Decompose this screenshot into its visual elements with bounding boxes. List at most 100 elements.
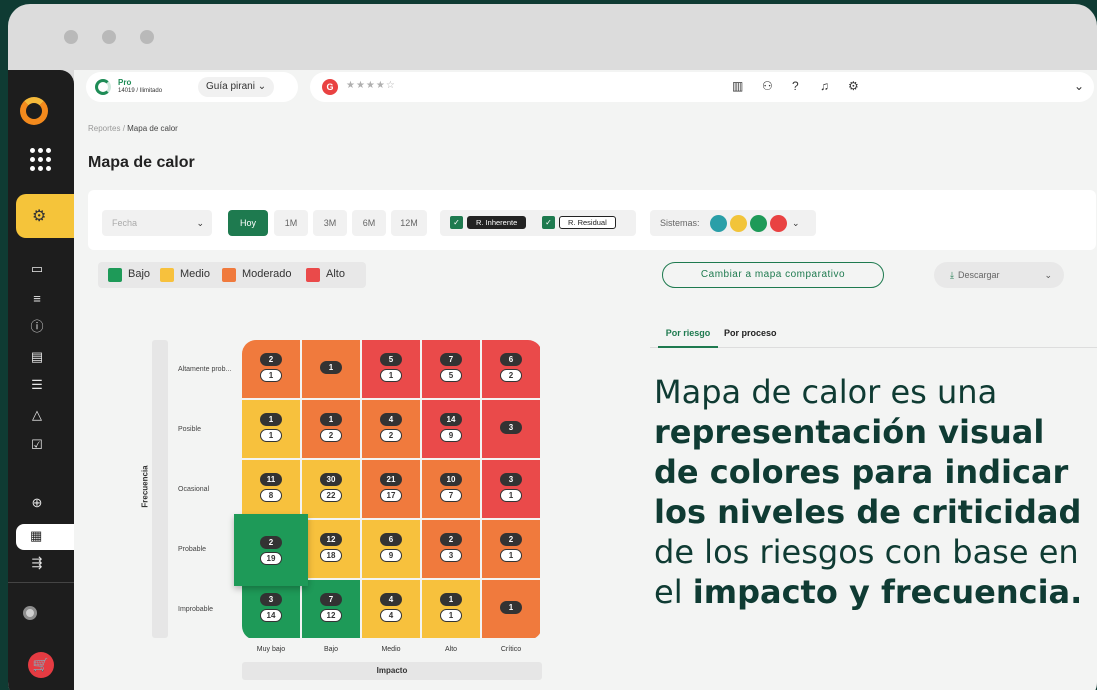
heatmap-cell[interactable]: 14 9 xyxy=(422,400,480,458)
heatmap-cell[interactable]: 44 xyxy=(362,580,420,638)
list-icon[interactable]: ≡ xyxy=(28,290,46,308)
apps-grid-icon[interactable] xyxy=(30,148,54,172)
heatmap-cell[interactable]: 21 xyxy=(242,340,300,398)
heatmap-cell[interactable]: 3 14 xyxy=(242,580,300,638)
checkbox-icon[interactable]: ☑ xyxy=(28,436,46,454)
description-text: Mapa de calor es una representación visu… xyxy=(654,372,1084,612)
period-6m-button[interactable]: 6M xyxy=(352,210,386,236)
guide-label: Guía pirani xyxy=(206,81,255,92)
add-user-icon[interactable]: ⚇ xyxy=(762,79,773,93)
settings-icon[interactable]: ⚙ xyxy=(848,79,859,93)
guide-dropdown[interactable]: Guía pirani ⌄ xyxy=(198,77,275,97)
window-dot[interactable] xyxy=(64,30,78,44)
heatmap-cell[interactable]: 75 xyxy=(422,340,480,398)
heatmap-cell[interactable]: 69 xyxy=(362,520,420,578)
inherent-count: 2 xyxy=(260,353,282,366)
chevron-down-icon[interactable]: ⌄ xyxy=(1074,79,1084,93)
y-axis-bar xyxy=(152,340,168,638)
period-12m-button[interactable]: 12M xyxy=(391,210,427,236)
browser-window: ⚙ ▭ ≡ ⓘ ▤ ☰ △ ☑ ▦ ⊕ ⇶ 🛒 Pro 14019 / Ilim… xyxy=(8,4,1097,690)
heatmap-highlight-cell[interactable]: 2 19 xyxy=(234,514,308,586)
plan-name: Pro xyxy=(118,78,132,87)
cart-icon[interactable]: 🛒 xyxy=(28,652,54,678)
heatmap-cell[interactable]: 12 18 xyxy=(302,520,360,578)
checkbox-residual[interactable]: ✓ xyxy=(542,216,555,229)
breadcrumb-parent[interactable]: Reportes xyxy=(88,124,120,133)
monitor-icon[interactable]: ▭ xyxy=(28,260,46,278)
status-icon[interactable] xyxy=(23,606,37,620)
tab-by-risk[interactable]: Por riesgo xyxy=(658,326,718,348)
heatmap-cell[interactable]: 3 xyxy=(482,400,540,458)
heatmap-cell[interactable]: 21 17 xyxy=(362,460,420,518)
sidebar-divider xyxy=(8,582,74,583)
residual-count: 2 xyxy=(320,429,342,442)
inherent-count: 12 xyxy=(320,533,342,546)
period-1m-button[interactable]: 1M xyxy=(274,210,308,236)
warning-icon[interactable]: △ xyxy=(28,406,46,424)
star-rating[interactable]: ★★★★☆ xyxy=(346,80,396,91)
heatmap-cell[interactable]: 21 xyxy=(482,520,540,578)
heatmap-cell[interactable]: 1 xyxy=(302,340,360,398)
logo-icon[interactable] xyxy=(20,97,48,125)
heatmap-cell[interactable]: 31 xyxy=(482,460,540,518)
compare-map-button[interactable]: Cambiar a mapa comparativo xyxy=(662,262,884,288)
inherent-count: 30 xyxy=(320,473,342,486)
alert-circle-icon[interactable]: ⓘ xyxy=(28,318,46,336)
heatmap-cell[interactable]: 11 xyxy=(422,580,480,638)
heatmap-cell[interactable]: 1 xyxy=(482,580,540,638)
system-icon xyxy=(710,215,727,232)
heatmap-cell[interactable]: 51 xyxy=(362,340,420,398)
heatmap-cell[interactable]: 7 12 xyxy=(302,580,360,638)
filter-list-icon[interactable]: ⇶ xyxy=(28,554,46,572)
risk-residual-label: R. Residual xyxy=(559,216,616,229)
legend-label: Moderado xyxy=(242,268,292,280)
sidebar-item-reports-active[interactable]: ▦ xyxy=(16,524,74,550)
heatmap-cell[interactable]: 11 8 xyxy=(242,460,300,518)
main-content: Pro 14019 / Ilimitado Guía pirani ⌄ G ★★… xyxy=(74,70,1097,690)
window-dot[interactable] xyxy=(102,30,116,44)
residual-count: 2 xyxy=(380,429,402,442)
residual-count: 19 xyxy=(260,552,282,565)
sidebar-item-settings-active[interactable]: ⚙ xyxy=(16,194,92,238)
heatmap-cell[interactable]: 11 xyxy=(242,400,300,458)
residual-count: 1 xyxy=(260,369,282,382)
row-label: Ocasional xyxy=(178,486,210,493)
checkbox-inherent[interactable]: ✓ xyxy=(450,216,463,229)
heatmap-cell[interactable]: 12 xyxy=(302,400,360,458)
residual-count: 4 xyxy=(380,609,402,622)
period-3m-button[interactable]: 3M xyxy=(313,210,347,236)
chart-icon: ▦ xyxy=(30,528,43,543)
col-label: Bajo xyxy=(323,646,338,653)
heatmap-cell[interactable]: 30 22 xyxy=(302,460,360,518)
download-label: Descargar xyxy=(957,270,1000,280)
g2-icon[interactable]: G xyxy=(322,79,338,95)
date-select[interactable]: Fecha ⌄ xyxy=(102,210,212,236)
inherent-count: 4 xyxy=(380,593,402,606)
bell-icon[interactable]: ♫ xyxy=(820,79,829,93)
date-placeholder: Fecha xyxy=(112,218,138,228)
heatmap-cell[interactable]: 62 xyxy=(482,340,540,398)
heatmap-cell[interactable]: 42 xyxy=(362,400,420,458)
window-dot[interactable] xyxy=(140,30,154,44)
download-button[interactable]: ⤓ Descargar ⌄ xyxy=(934,262,1064,288)
building-icon[interactable]: ▥ xyxy=(732,79,743,93)
usage-ring-icon xyxy=(95,79,111,95)
residual-count: 1 xyxy=(500,549,522,562)
legend-swatch-medium xyxy=(160,268,174,282)
legend-label: Alto xyxy=(326,268,345,280)
calendar-icon[interactable]: ▤ xyxy=(28,348,46,366)
residual-count: 1 xyxy=(380,369,402,382)
residual-count: 18 xyxy=(320,549,342,562)
breadcrumb: Reportes / Mapa de calor xyxy=(88,124,178,133)
heatmap-cell[interactable]: 23 xyxy=(422,520,480,578)
heatmap-cell[interactable]: 10 7 xyxy=(422,460,480,518)
period-today-button[interactable]: Hoy xyxy=(228,210,268,236)
tab-by-process[interactable]: Por proceso xyxy=(724,326,777,348)
sliders-icon[interactable]: ☰ xyxy=(28,376,46,394)
residual-count: 2 xyxy=(500,369,522,382)
col-label: Alto xyxy=(444,646,458,653)
help-icon[interactable]: ? xyxy=(792,79,799,93)
systems-select[interactable]: Sistemas: ⌄ xyxy=(650,210,816,236)
crosshair-icon[interactable]: ⊕ xyxy=(28,494,46,512)
description-part: Mapa de calor es una xyxy=(654,373,998,411)
